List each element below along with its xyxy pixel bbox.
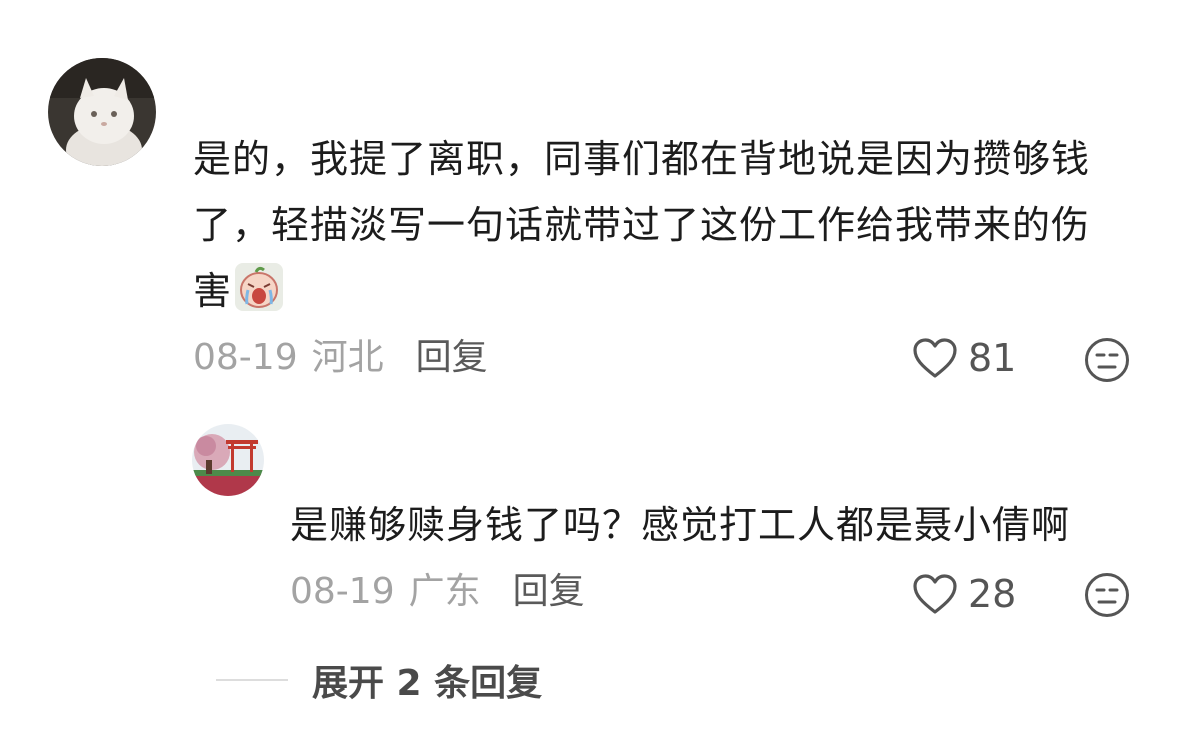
comment-region: 河北 — [311, 337, 384, 378]
reply-meta: 08-19 广东 回复 — [290, 570, 585, 614]
reply-reply-button[interactable]: 回复 — [513, 570, 585, 614]
reply-text: 是赚够赎身钱了吗？感觉打工人都是聂小倩啊 — [290, 503, 1071, 547]
unamused-face-icon — [1085, 338, 1129, 382]
comment-dislike-button[interactable] — [1084, 337, 1130, 383]
heart-outline-icon — [913, 574, 957, 614]
reply-like-button[interactable]: 28 — [912, 572, 1016, 616]
commenter-avatar[interactable] — [48, 58, 156, 166]
reply-like-count: 28 — [968, 572, 1017, 616]
comment-like-count: 81 — [968, 336, 1017, 380]
comment-reply-button[interactable]: 回复 — [416, 336, 488, 380]
comment-meta: 08-19 河北 回复 — [193, 336, 488, 380]
expand-replies-button[interactable]: 展开 2 条回复 — [216, 654, 542, 706]
expand-replies-label: 展开 2 条回复 — [312, 663, 543, 704]
expand-divider — [216, 679, 288, 681]
reply-region: 广东 — [408, 571, 481, 612]
comment-text-content: 是的，我提了离职，同事们都在背地说是因为攒够钱了，轻描淡写一句话就带过了这份工作… — [193, 137, 1091, 313]
comment-date: 08-19 — [193, 337, 298, 378]
replier-avatar[interactable] — [192, 424, 264, 496]
heart-outline-icon — [913, 338, 957, 378]
reply-date: 08-19 — [290, 571, 395, 612]
comment-text: 是的，我提了离职，同事们都在背地说是因为攒够钱了，轻描淡写一句话就带过了这份工作… — [193, 126, 1123, 324]
comment-like-button[interactable]: 81 — [912, 336, 1016, 380]
crying-face-emoji-icon — [234, 262, 284, 312]
unamused-face-icon — [1085, 573, 1129, 617]
reply-dislike-button[interactable] — [1084, 572, 1130, 618]
